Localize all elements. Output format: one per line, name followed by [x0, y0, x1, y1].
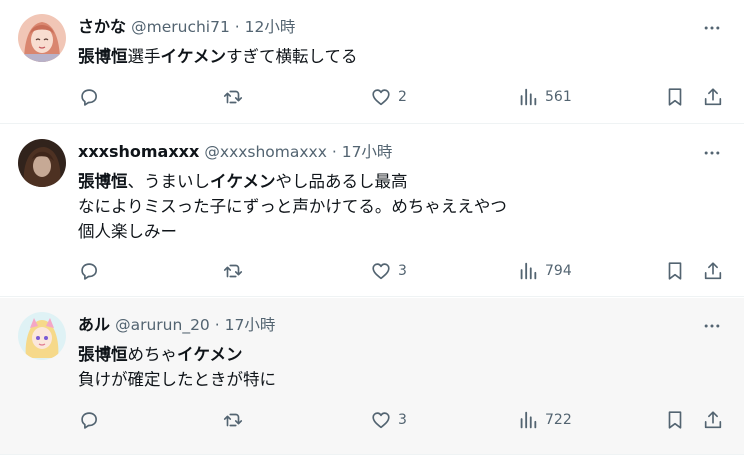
bookmark-button[interactable] — [664, 259, 686, 283]
reply-bubble-icon — [81, 412, 97, 429]
tweet-line: 個人楽しみー — [78, 219, 507, 244]
views-button[interactable]: 794 — [517, 259, 572, 283]
bookmark-button[interactable] — [664, 85, 686, 109]
view-count: 794 — [545, 263, 572, 279]
user-handle[interactable]: @xxxshomaxxx — [204, 143, 327, 161]
retweet-arrows-icon — [223, 90, 243, 104]
text-bold: 張博恒 — [78, 47, 128, 66]
display-name[interactable]: さかな — [78, 17, 126, 36]
tweet-line: 張博恒選手イケメンすぎて横転してる — [78, 44, 358, 69]
retweet-button[interactable] — [222, 85, 250, 109]
text-plain: やし品あるし最高 — [275, 172, 408, 191]
avatar[interactable] — [18, 14, 66, 62]
avatar-image — [18, 139, 66, 187]
bookmark-icon — [668, 262, 682, 280]
share-upload-icon — [704, 411, 722, 429]
reply-button[interactable] — [78, 408, 106, 432]
retweet-button[interactable] — [222, 408, 250, 432]
like-button[interactable]: 2 — [370, 85, 407, 109]
avatar-image — [18, 312, 66, 360]
timestamp[interactable]: 17小時 — [225, 316, 276, 334]
more-dots-icon — [704, 324, 720, 328]
tweet-header: xxxshomaxxx @xxxshomaxxx · 17小時 — [78, 141, 392, 163]
reply-bubble-icon — [81, 89, 97, 106]
bookmark-button[interactable] — [664, 408, 686, 432]
tweet-header: あル @arurun_20 · 17小時 — [78, 314, 275, 336]
share-upload-icon — [704, 88, 722, 106]
avatar[interactable] — [18, 312, 66, 360]
retweet-button[interactable] — [222, 259, 250, 283]
more-dots-icon — [704, 151, 720, 155]
tweet-text: 張博恒めちゃイケメン 負けが確定したときが特に — [78, 342, 276, 392]
view-count: 561 — [545, 89, 572, 105]
views-bar-chart-icon — [520, 88, 537, 106]
text-plain: なによりミスった子にずっと声かけてる。めちゃええやつ — [78, 197, 507, 216]
heart-icon — [372, 412, 390, 429]
retweet-arrows-icon — [223, 264, 243, 278]
avatar[interactable] — [18, 139, 66, 187]
heart-icon — [372, 89, 390, 106]
like-count: 3 — [398, 412, 407, 428]
tweet[interactable]: xxxshomaxxx @xxxshomaxxx · 17小時 張博恒、うまいし… — [0, 125, 744, 297]
tweet-line: なによりミスった子にずっと声かけてる。めちゃええやつ — [78, 194, 507, 219]
share-button[interactable] — [702, 259, 724, 283]
user-handle[interactable]: @meruchi71 — [131, 18, 230, 36]
tweet-line: 張博恒めちゃイケメン — [78, 342, 276, 367]
like-count: 2 — [398, 89, 407, 105]
separator: · — [209, 316, 225, 334]
like-button[interactable]: 3 — [370, 259, 407, 283]
text-bold: 張博恒 — [78, 172, 128, 191]
share-button[interactable] — [702, 408, 724, 432]
heart-icon — [372, 263, 390, 280]
text-bold: イケメン — [210, 172, 276, 191]
reply-button[interactable] — [78, 259, 106, 283]
timestamp[interactable]: 17小時 — [342, 143, 393, 161]
text-bold: イケメン — [160, 47, 227, 66]
reply-button[interactable] — [78, 85, 106, 109]
text-plain: 、うまいし — [127, 172, 211, 191]
display-name[interactable]: xxxshomaxxx — [78, 142, 199, 161]
more-button[interactable] — [700, 314, 724, 338]
tweet-header: さかな @meruchi71 · 12小時 — [78, 16, 295, 38]
views-bar-chart-icon — [520, 411, 537, 429]
reply-bubble-icon — [81, 263, 97, 280]
like-count: 3 — [398, 263, 407, 279]
views-bar-chart-icon — [520, 262, 537, 280]
tweet-line: 負けが確定したときが特に — [78, 367, 276, 392]
action-bar: 3 722 — [0, 408, 744, 432]
share-upload-icon — [704, 262, 722, 280]
text-plain: 個人楽しみー — [78, 222, 177, 241]
view-count: 722 — [545, 412, 572, 428]
more-button[interactable] — [700, 16, 724, 40]
retweet-arrows-icon — [223, 413, 243, 427]
tweet[interactable]: あル @arurun_20 · 17小時 張博恒めちゃイケメン 負けが確定したと… — [0, 298, 744, 455]
tweet[interactable]: さかな @meruchi71 · 12小時 張博恒選手イケメンすぎて横転してる … — [0, 0, 744, 124]
separator: · — [229, 18, 245, 36]
action-bar: 3 794 — [0, 259, 744, 283]
views-button[interactable]: 561 — [517, 85, 572, 109]
share-button[interactable] — [702, 85, 724, 109]
more-button[interactable] — [700, 141, 724, 165]
display-name[interactable]: あル — [78, 315, 110, 334]
more-dots-icon — [704, 26, 720, 30]
text-bold: イケメン — [177, 345, 243, 364]
text-plain: 負けが確定したときが特に — [78, 370, 276, 389]
tweet-text: 張博恒、うまいしイケメンやし品あるし最高 なによりミスった子にずっと声かけてる。… — [78, 169, 507, 244]
tweet-line: 張博恒、うまいしイケメンやし品あるし最高 — [78, 169, 507, 194]
separator: · — [326, 143, 342, 161]
like-button[interactable]: 3 — [370, 408, 407, 432]
tweet-text: 張博恒選手イケメンすぎて横転してる — [78, 44, 358, 69]
timestamp[interactable]: 12小時 — [245, 18, 296, 36]
text-plain: めちゃ — [127, 345, 178, 364]
text-bold: 張博恒 — [78, 345, 128, 364]
text-plain: すぎて横転してる — [226, 47, 358, 66]
text-plain: 選手 — [127, 47, 161, 66]
avatar-image — [18, 14, 66, 62]
bookmark-icon — [668, 88, 682, 106]
views-button[interactable]: 722 — [517, 408, 572, 432]
bookmark-icon — [668, 411, 682, 429]
user-handle[interactable]: @arurun_20 — [115, 316, 210, 334]
action-bar: 2 561 — [0, 85, 744, 109]
